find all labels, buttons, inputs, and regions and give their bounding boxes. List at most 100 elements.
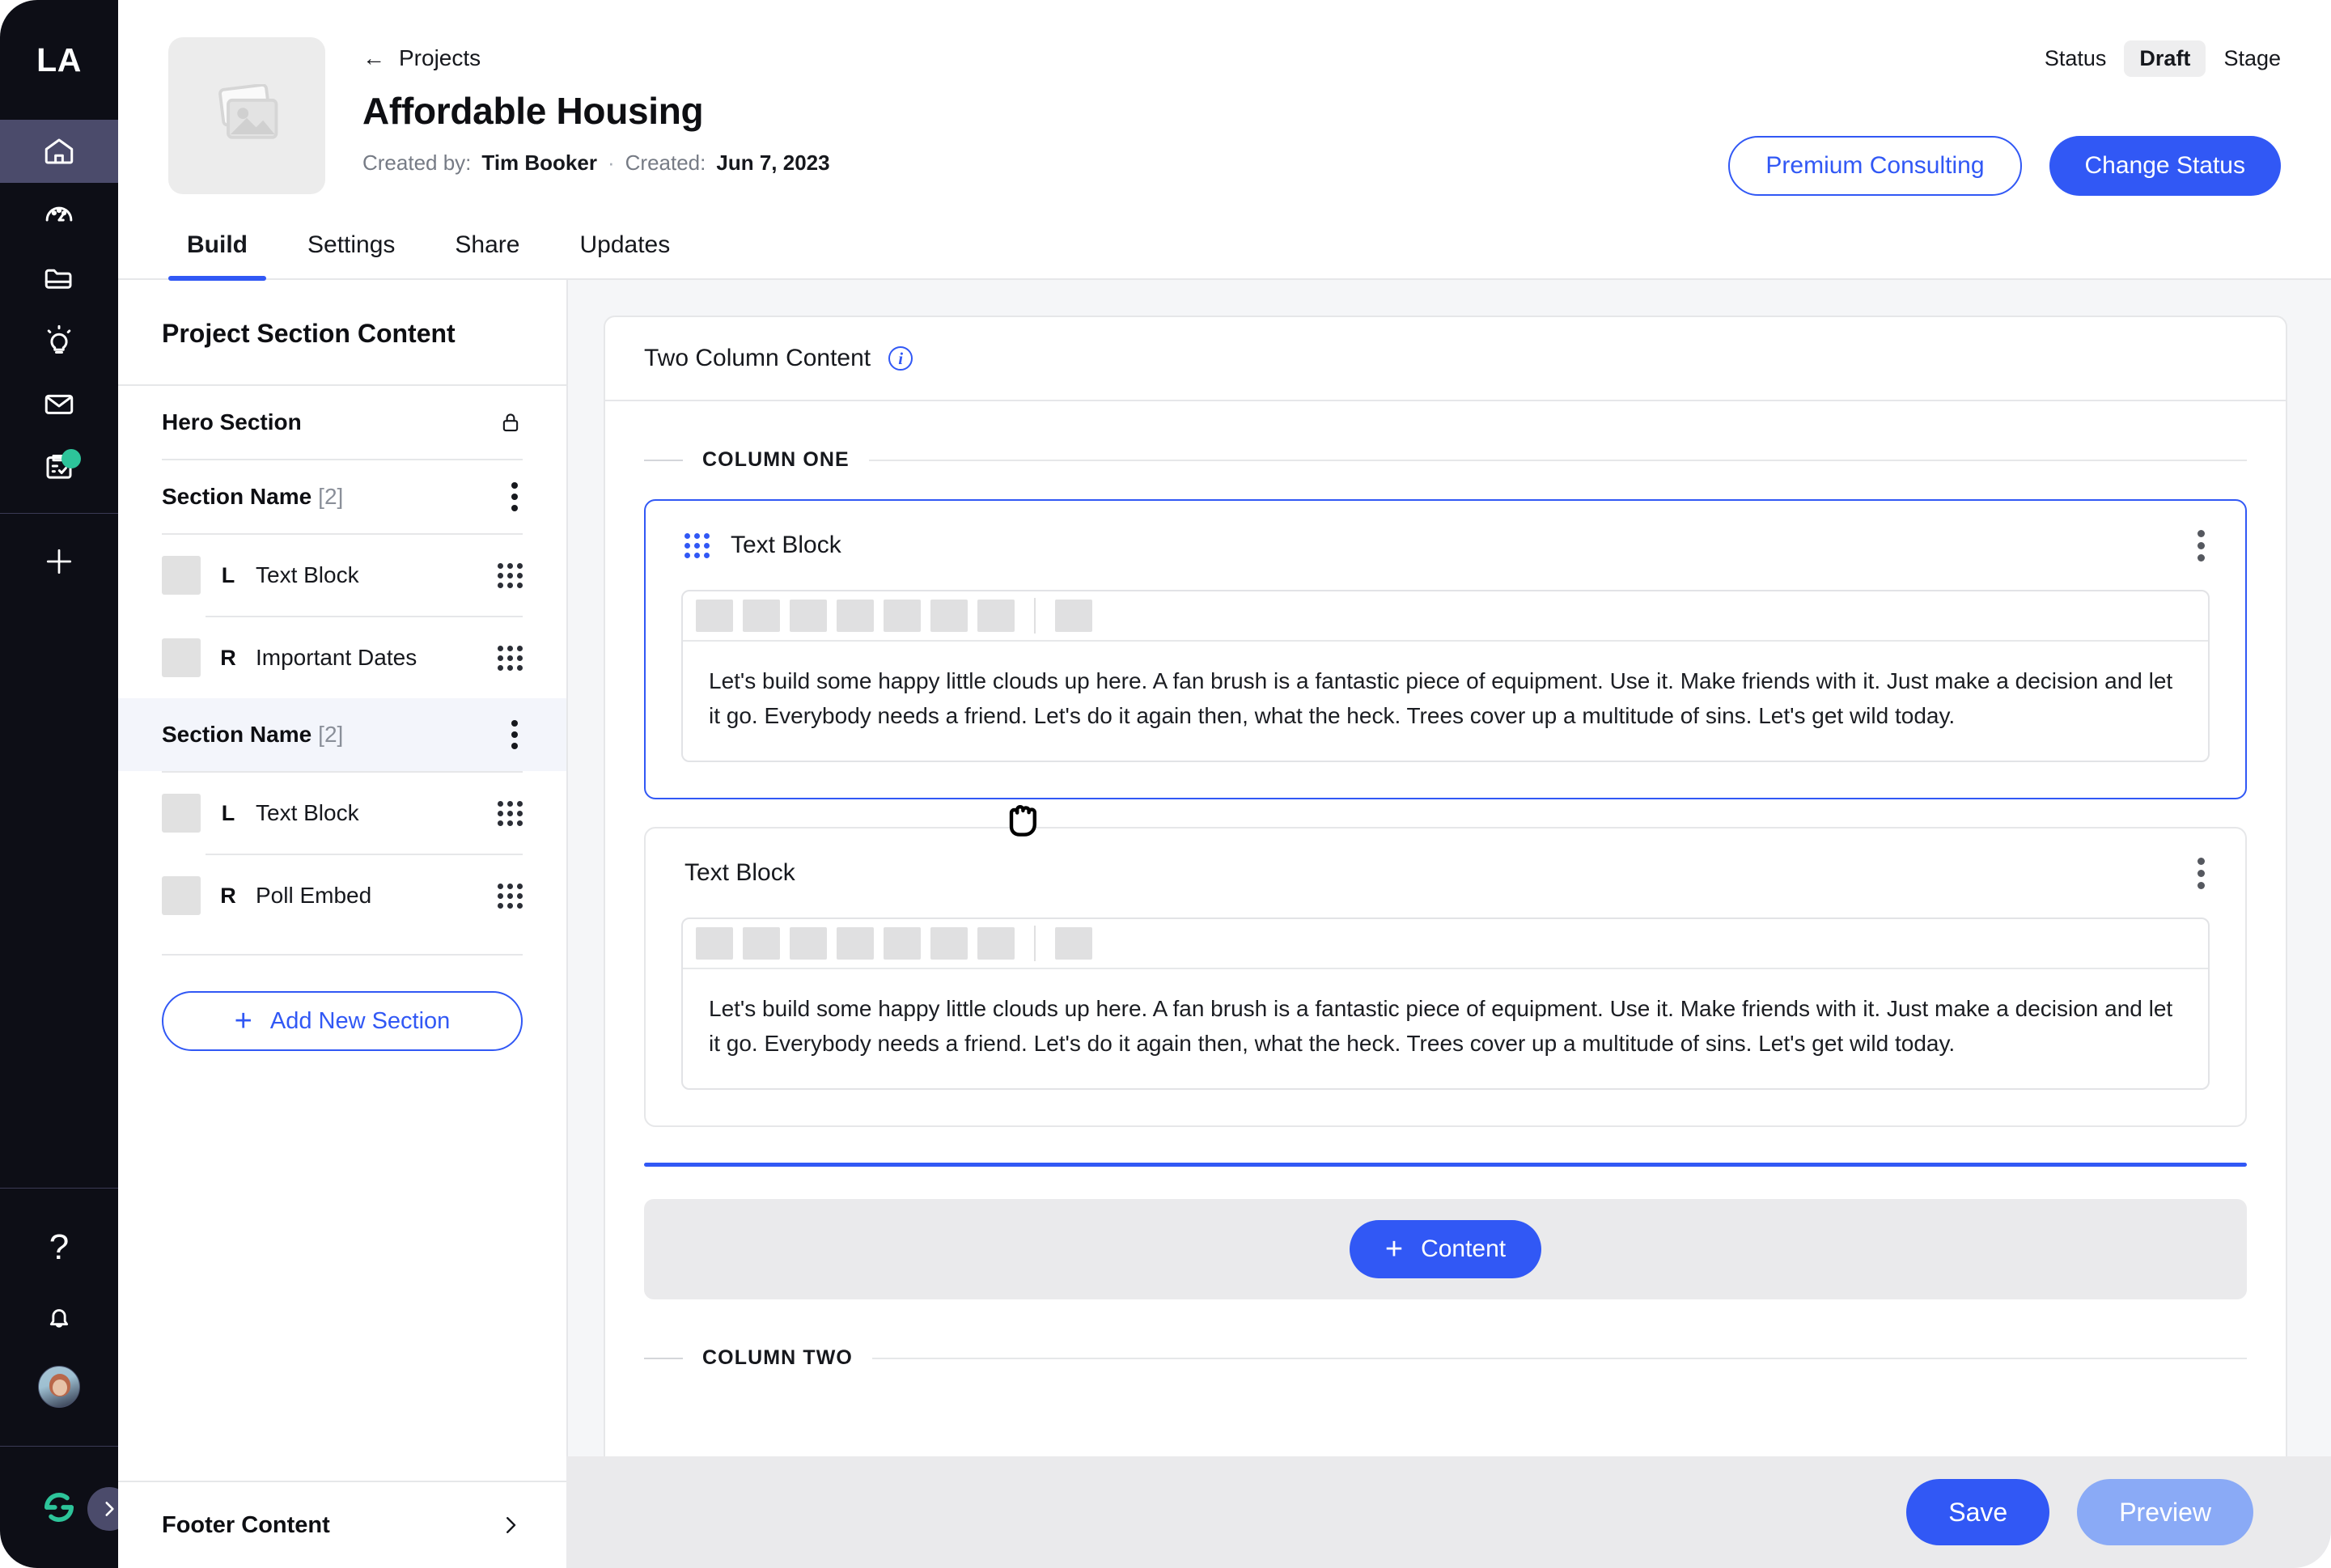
content-block-1[interactable]: Text Block Let's build some happy little…	[644, 499, 2247, 800]
add-new-section-button[interactable]: + Add New Section	[162, 991, 523, 1051]
breadcrumb[interactable]: ← Projects	[362, 45, 830, 71]
editor-toolbar-1	[683, 591, 2208, 642]
tab-bar: Build Settings Share Updates	[118, 231, 2331, 281]
preview-button[interactable]: Preview	[2077, 1479, 2253, 1545]
stage-label[interactable]: Stage	[2223, 46, 2281, 71]
nav-item-notifications[interactable]	[0, 1286, 118, 1349]
app-root: LA ? ← Projects Affordable Housing Creat…	[0, 0, 2331, 1568]
block-thumbnail	[162, 556, 201, 595]
nav-item-profile[interactable]	[0, 1355, 118, 1418]
list-item[interactable]: R Poll Embed	[118, 855, 566, 936]
toolbar-button[interactable]	[837, 600, 874, 632]
block-thumbnail	[162, 876, 201, 915]
toolbar-button[interactable]	[930, 600, 968, 632]
nav-item-add[interactable]	[0, 530, 118, 593]
nav-item-home[interactable]	[0, 120, 118, 183]
drag-handle-icon[interactable]	[684, 532, 710, 558]
nav-item-ideas[interactable]	[0, 309, 118, 372]
save-button[interactable]: Save	[1906, 1479, 2050, 1545]
page-title: Affordable Housing	[362, 90, 704, 132]
status-badge[interactable]: Draft	[2124, 40, 2206, 77]
editor-text-1[interactable]: Let's build some happy little clouds up …	[683, 642, 2208, 761]
project-thumbnail[interactable]	[168, 37, 325, 194]
tab-updates[interactable]: Updates	[561, 231, 689, 278]
toolbar-button[interactable]	[1055, 600, 1092, 632]
block-label-2-1: Text Block	[256, 800, 359, 825]
nav-item-tasks[interactable]	[0, 435, 118, 498]
rich-text-editor-2[interactable]: Let's build some happy little clouds up …	[681, 917, 2210, 1091]
toolbar-button[interactable]	[1055, 927, 1092, 960]
nav-item-files[interactable]	[0, 246, 118, 309]
section-menu-button-2[interactable]	[506, 715, 523, 754]
editor-text-2[interactable]: Let's build some happy little clouds up …	[683, 969, 2208, 1088]
content-block-2-menu-button[interactable]	[2193, 853, 2210, 894]
add-content-label: Content	[1421, 1235, 1507, 1263]
toolbar-button[interactable]	[743, 927, 780, 960]
drag-handle-icon[interactable]	[498, 800, 523, 826]
column-two-text: COLUMN TWO	[702, 1346, 853, 1370]
card-title: Two Column Content	[644, 345, 871, 371]
block-side-1-1: L	[221, 562, 235, 587]
info-icon[interactable]: i	[888, 346, 913, 371]
toolbar-button[interactable]	[884, 600, 921, 632]
tab-share[interactable]: Share	[436, 231, 538, 278]
drag-handle-icon[interactable]	[498, 883, 523, 909]
add-content-button[interactable]: + Content	[1349, 1220, 1542, 1279]
content-block-2[interactable]: Text Block Let's build some happy little…	[644, 827, 2247, 1128]
nav-item-mail[interactable]	[0, 372, 118, 435]
meta-separator: ·	[607, 150, 615, 175]
tab-settings[interactable]: Settings	[289, 231, 413, 278]
section-header-1[interactable]: Section Name [2]	[118, 460, 566, 533]
content-block-1-title: Text Block	[731, 532, 841, 558]
tab-build[interactable]: Build	[168, 231, 266, 281]
block-side-2-2: R	[220, 883, 236, 908]
list-item[interactable]: R Important Dates	[118, 617, 566, 698]
panel-title: Project Section Content	[118, 280, 566, 386]
project-meta: Created by: Tim Booker · Created: Jun 7,…	[362, 150, 830, 176]
rail-divider-top	[0, 513, 118, 514]
section-menu-button-1[interactable]	[506, 477, 523, 516]
drag-handle-icon[interactable]	[498, 562, 523, 588]
lightbulb-icon	[42, 324, 76, 358]
toolbar-button[interactable]	[743, 600, 780, 632]
block-label-1-1: Text Block	[256, 562, 359, 587]
section-hero[interactable]: Hero Section	[118, 386, 566, 459]
plus-icon: +	[1384, 1232, 1404, 1267]
toolbar-button[interactable]	[837, 927, 874, 960]
column-one-text: COLUMN ONE	[702, 448, 850, 471]
premium-consulting-button[interactable]: Premium Consulting	[1728, 136, 2022, 196]
toolbar-button[interactable]	[884, 927, 921, 960]
section-header-2[interactable]: Section Name [2]	[118, 698, 566, 771]
rich-text-editor-1[interactable]: Let's build some happy little clouds up …	[681, 590, 2210, 763]
breadcrumb-label[interactable]: Projects	[399, 45, 481, 71]
toolbar-button[interactable]	[930, 927, 968, 960]
bell-icon	[43, 1301, 75, 1333]
nav-item-dashboard[interactable]	[0, 183, 118, 246]
toolbar-button[interactable]	[790, 600, 827, 632]
lock-icon[interactable]	[498, 410, 523, 434]
toolbar-button[interactable]	[790, 927, 827, 960]
footer-content-row[interactable]: Footer Content	[118, 1481, 566, 1568]
nav-item-help[interactable]: ?	[0, 1216, 118, 1279]
chevron-right-icon[interactable]	[498, 1513, 523, 1537]
header-actions: Premium Consulting Change Status	[1728, 136, 2281, 196]
toolbar-button[interactable]	[977, 927, 1015, 960]
back-arrow-icon[interactable]: ←	[362, 45, 385, 71]
toolbar-button[interactable]	[696, 927, 733, 960]
list-item[interactable]: L Text Block	[118, 535, 566, 616]
content-block-2-header: Text Block	[646, 828, 2245, 917]
envelope-icon	[42, 387, 76, 421]
block-side-2-1: L	[221, 800, 235, 825]
main-region: ← Projects Affordable Housing Created by…	[118, 0, 2331, 1568]
change-status-button[interactable]: Change Status	[2049, 136, 2281, 196]
content-block-1-menu-button[interactable]	[2193, 525, 2210, 566]
toolbar-divider	[1034, 598, 1036, 634]
list-item[interactable]: L Text Block	[118, 773, 566, 854]
toolbar-button[interactable]	[696, 600, 733, 632]
block-thumbnail	[162, 638, 201, 677]
toolbar-button[interactable]	[977, 600, 1015, 632]
panel-scroll: Hero Section Section Name [2] L Text Blo…	[118, 386, 566, 1481]
block-thumbnail	[162, 794, 201, 833]
app-logo[interactable]: LA	[0, 0, 118, 120]
drag-handle-icon[interactable]	[498, 645, 523, 671]
